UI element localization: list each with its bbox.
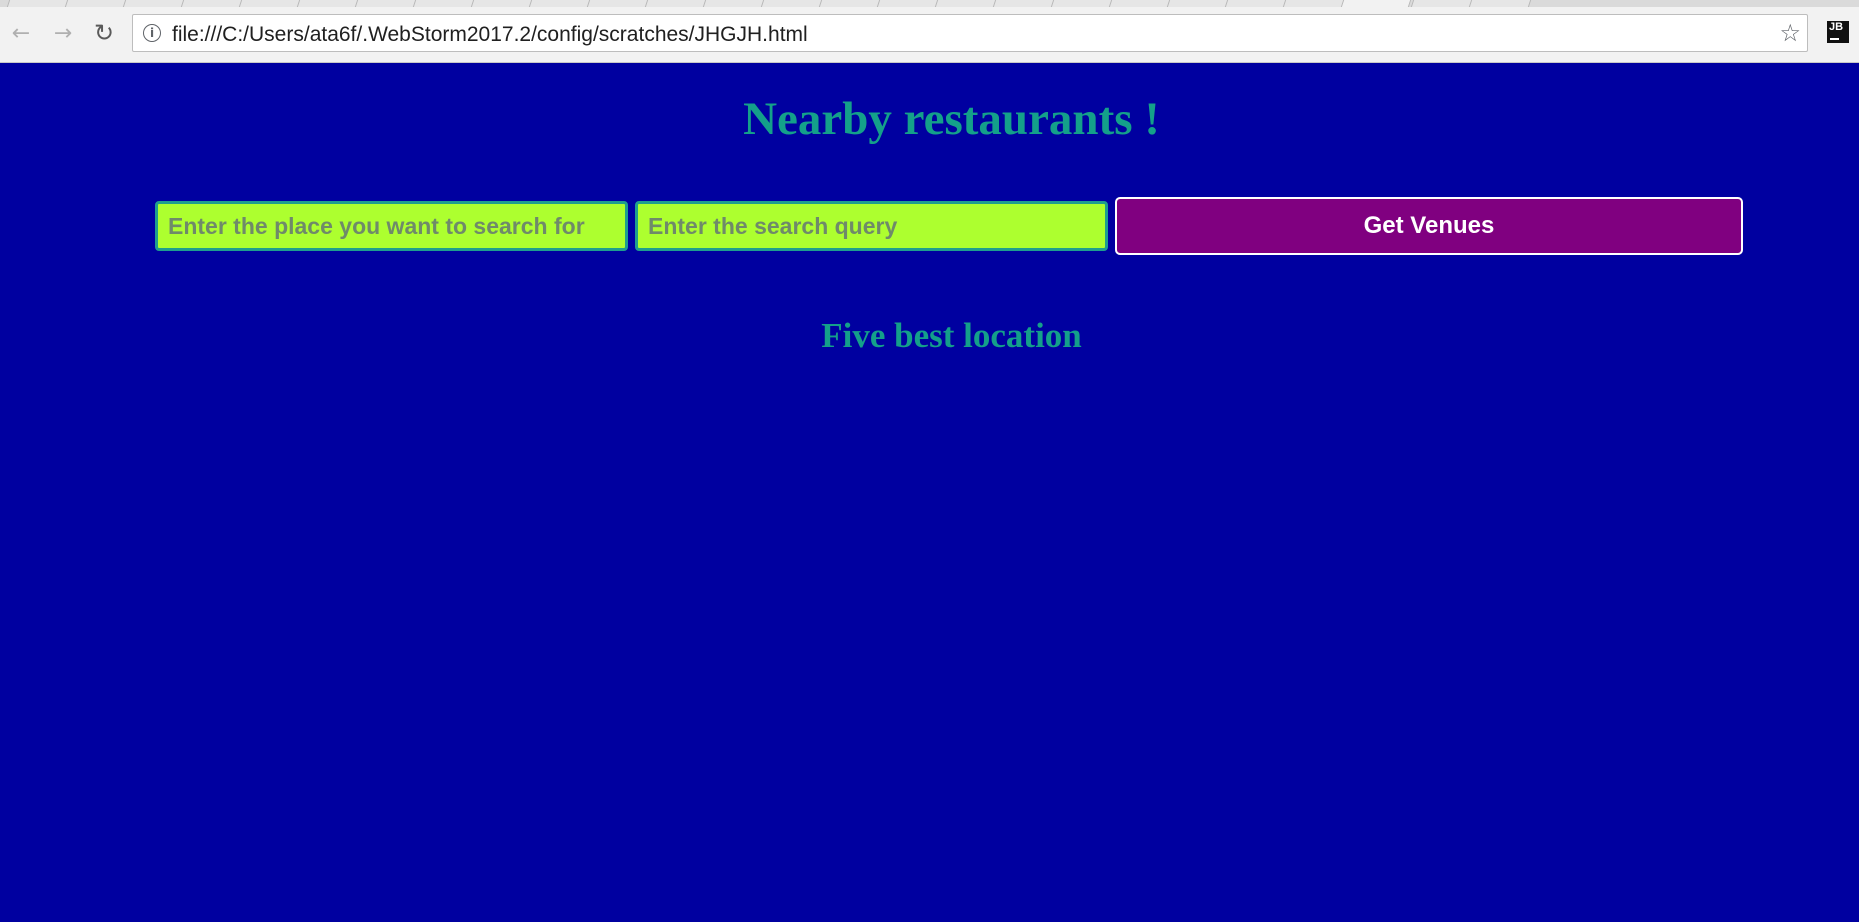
browser-tab[interactable]	[1410, 0, 1474, 7]
browser-tab[interactable]	[1282, 0, 1346, 7]
url-text[interactable]: file:///C:/Users/ata6f/.WebStorm2017.2/c…	[172, 23, 808, 47]
browser-tab[interactable]	[760, 0, 824, 7]
browser-tab[interactable]	[180, 0, 244, 7]
info-icon[interactable]: i	[143, 24, 161, 42]
browser-tab[interactable]	[1050, 0, 1114, 7]
browser-tab[interactable]	[586, 0, 650, 7]
arrow-left-icon[interactable]: ←	[6, 18, 36, 48]
get-venues-button[interactable]: Get Venues	[1115, 197, 1743, 255]
browser-tab[interactable]	[296, 0, 360, 7]
search-query-input[interactable]	[635, 201, 1108, 251]
browser-tab-active[interactable]	[1340, 0, 1412, 7]
page-title: Nearby restaurants !	[743, 93, 1160, 145]
star-icon[interactable]: ☆	[1779, 19, 1801, 47]
browser-tab[interactable]	[528, 0, 592, 7]
browser-tab[interactable]	[470, 0, 534, 7]
arrow-right-icon[interactable]: →	[48, 18, 78, 48]
browser-tab[interactable]	[238, 0, 302, 7]
browser-tab[interactable]	[644, 0, 708, 7]
browser-tab[interactable]	[6, 0, 70, 7]
results-list	[155, 380, 1743, 780]
extension-label: JB	[1829, 21, 1844, 33]
tab-strip[interactable]	[0, 0, 1859, 7]
browser-tab[interactable]	[1166, 0, 1230, 7]
results-heading: Five best location	[821, 316, 1082, 355]
jetbrains-icon-bar	[1830, 38, 1839, 40]
browser-tab[interactable]	[1468, 0, 1532, 7]
browser-tab[interactable]	[818, 0, 882, 7]
browser-tab[interactable]	[354, 0, 418, 7]
browser-chrome: ← → ↻ i file:///C:/Users/ata6f/.WebStorm…	[0, 0, 1859, 63]
browser-tab[interactable]	[412, 0, 476, 7]
browser-tab[interactable]	[1108, 0, 1172, 7]
browser-tab[interactable]	[1224, 0, 1288, 7]
browser-tab[interactable]	[64, 0, 128, 7]
browser-tab[interactable]	[876, 0, 940, 7]
browser-tab[interactable]	[934, 0, 998, 7]
place-input[interactable]	[155, 201, 628, 251]
address-bar[interactable]: i file:///C:/Users/ata6f/.WebStorm2017.2…	[132, 14, 1808, 52]
reload-icon[interactable]: ↻	[89, 18, 119, 48]
browser-tab[interactable]	[702, 0, 766, 7]
browser-tab[interactable]	[992, 0, 1056, 7]
browser-tab[interactable]	[122, 0, 186, 7]
jetbrains-icon[interactable]: JB	[1827, 21, 1849, 43]
